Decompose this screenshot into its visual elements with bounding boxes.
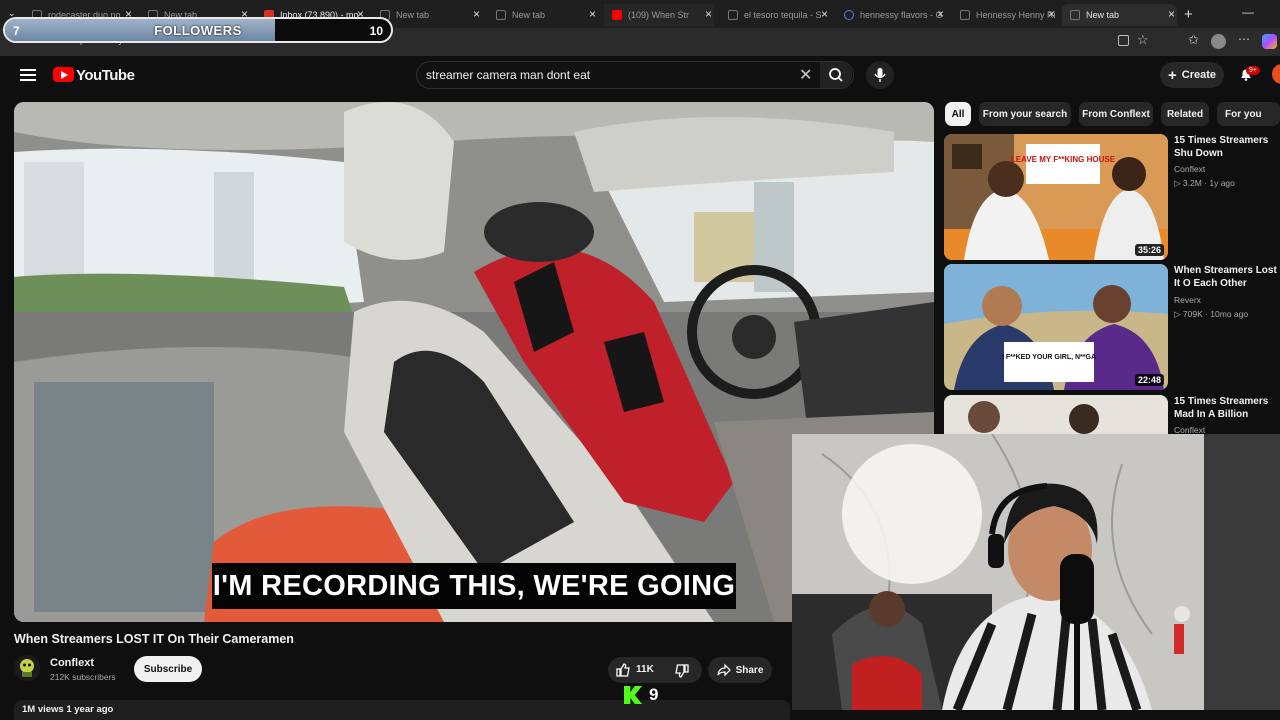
tab-title: New tab xyxy=(512,10,546,20)
page-icon xyxy=(728,10,738,20)
youtube-logo-icon[interactable] xyxy=(53,67,74,82)
microphone-icon xyxy=(874,68,886,82)
channel-logo-icon xyxy=(20,659,34,677)
page-icon xyxy=(496,10,506,20)
create-label: Create xyxy=(1181,69,1216,81)
tab-title: New tab xyxy=(396,10,430,20)
like-count[interactable]: 11K xyxy=(636,664,654,675)
channel-avatar[interactable] xyxy=(14,655,40,681)
thumbnail-text: I F**KED YOUR GIRL, N**GA xyxy=(1002,354,1096,361)
tab-title: Hennessy Henny Ri xyxy=(976,10,1056,20)
thumbs-down-icon[interactable] xyxy=(674,663,690,679)
chip-from-conflext[interactable]: From Conflext xyxy=(1079,102,1153,126)
recommendation-title[interactable]: 15 Times Streamers Mad In A Billion Disc… xyxy=(1174,395,1280,421)
tab-title: el tesoro tequila - S xyxy=(744,10,822,20)
recommendation-channel[interactable]: Reverx xyxy=(1174,295,1201,305)
create-button[interactable]: + Create xyxy=(1160,62,1224,88)
browser-tab[interactable]: New tab × xyxy=(1062,4,1177,26)
video-views-date[interactable]: 1M views 1 year ago xyxy=(14,700,790,720)
channel-name[interactable]: Conflext xyxy=(50,657,94,669)
plus-icon: + xyxy=(1167,66,1177,84)
page-icon xyxy=(1070,10,1080,20)
close-tab-icon[interactable]: × xyxy=(473,7,480,21)
profile-avatar[interactable] xyxy=(1211,34,1226,49)
browser-tab[interactable]: el tesoro tequila - S × xyxy=(720,4,830,26)
close-tab-icon[interactable]: × xyxy=(705,7,712,21)
copilot-icon[interactable] xyxy=(1262,34,1277,49)
subscriber-count: 212K subscribers xyxy=(50,672,116,682)
search-input[interactable]: streamer camera man dont eat xyxy=(426,68,590,82)
browser-tab[interactable]: (109) When Str × xyxy=(604,4,714,26)
youtube-icon xyxy=(612,10,622,20)
close-tab-icon[interactable]: × xyxy=(821,7,828,21)
clear-search-icon[interactable]: ✕ xyxy=(799,65,812,85)
hamburger-menu-icon[interactable] xyxy=(20,69,36,81)
chip-from-your-search[interactable]: From your search xyxy=(979,102,1071,126)
thumbnail-text: LEAVE MY F**KING HOUSE xyxy=(1011,155,1116,164)
recommendation-thumbnail[interactable]: LEAVE MY F**KING HOUSE 35:26 xyxy=(944,134,1168,260)
play-icon: ▷ xyxy=(1174,178,1183,188)
thumbnail-image xyxy=(944,395,1168,435)
page-icon xyxy=(960,10,970,20)
followers-current: 7 xyxy=(13,24,20,38)
search-icon xyxy=(829,68,843,82)
close-tab-icon[interactable]: × xyxy=(937,7,944,21)
kick-follower-count: 9 xyxy=(649,685,659,704)
chip-related[interactable]: Related xyxy=(1161,102,1209,126)
chip-all[interactable]: All xyxy=(945,102,971,126)
favorites-icon[interactable]: ✩ xyxy=(1188,32,1199,48)
video-caption: I'M RECORDING THIS, WE'RE GOING xyxy=(212,563,736,609)
tab-title: hennessy flavors - G xyxy=(860,10,943,20)
chip-for-you[interactable]: For you xyxy=(1217,102,1280,126)
thumbnail-image: I F**KED YOUR GIRL, N**GA xyxy=(944,264,1168,390)
close-tab-icon[interactable]: × xyxy=(1048,7,1055,21)
streamer-webcam xyxy=(792,434,1280,710)
google-icon xyxy=(844,10,854,20)
tab-title: New tab xyxy=(1086,10,1120,20)
video-duration: 22:48 xyxy=(1134,374,1164,386)
recommendation-meta-text: 709K · 10mo ago xyxy=(1182,309,1249,319)
subscribe-button[interactable]: Subscribe xyxy=(134,656,202,682)
minimize-icon[interactable]: — xyxy=(1242,5,1254,19)
recommendation-thumbnail[interactable] xyxy=(944,395,1168,435)
share-icon xyxy=(716,663,731,677)
recommendation-channel[interactable]: Conflext xyxy=(1174,164,1205,174)
recommendation-thumbnail[interactable]: I F**KED YOUR GIRL, N**GA 22:48 xyxy=(944,264,1168,390)
browser-tab[interactable]: Hennessy Henny Ri × xyxy=(952,4,1057,26)
tab-title: (109) When Str xyxy=(628,10,690,20)
followers-goal-overlay: FOLLOWERS 7 10 xyxy=(3,17,393,43)
thumbnail-image: LEAVE MY F**KING HOUSE xyxy=(944,134,1168,260)
close-tab-icon[interactable]: × xyxy=(1168,7,1175,21)
youtube-logo-text[interactable]: YouTube xyxy=(76,67,135,84)
followers-label: FOLLOWERS xyxy=(154,23,242,38)
kick-logo-icon xyxy=(624,686,642,704)
recommendation-meta-text: 3.2M · 1y ago xyxy=(1182,178,1235,188)
close-tab-icon[interactable]: × xyxy=(589,7,596,21)
more-menu-icon[interactable]: ⋯ xyxy=(1238,32,1250,46)
voice-search-button[interactable] xyxy=(866,61,894,89)
webcam-feed xyxy=(792,434,1280,710)
thumbs-up-icon[interactable] xyxy=(615,662,631,678)
recommendation-meta: ▷ 3.2M · 1y ago xyxy=(1174,178,1235,189)
notification-badge: 9+ xyxy=(1246,66,1260,75)
play-icon: ▷ xyxy=(1174,309,1183,319)
search-button[interactable] xyxy=(820,62,852,88)
video-duration: 35:26 xyxy=(1134,244,1164,256)
followers-goal: 10 xyxy=(369,24,383,38)
share-label: Share xyxy=(735,664,764,676)
bookmark-star-icon[interactable]: ☆ xyxy=(1137,32,1149,48)
video-title: When Streamers LOST IT On Their Camerame… xyxy=(14,632,294,646)
recommendation-title[interactable]: When Streamers Lost It O Each Other xyxy=(1174,264,1280,290)
browser-tab[interactable]: hennessy flavors - G × xyxy=(836,4,946,26)
browser-tab[interactable]: New tab × xyxy=(488,4,598,26)
share-button[interactable]: Share xyxy=(708,657,772,683)
recommendation-title[interactable]: 15 Times Streamers Shu Down Disrespectfu… xyxy=(1174,134,1280,160)
new-tab-button[interactable]: + xyxy=(1184,6,1193,23)
extensions-icon[interactable] xyxy=(1118,35,1129,46)
recommendation-meta: ▷ 709K · 10mo ago xyxy=(1174,309,1248,320)
